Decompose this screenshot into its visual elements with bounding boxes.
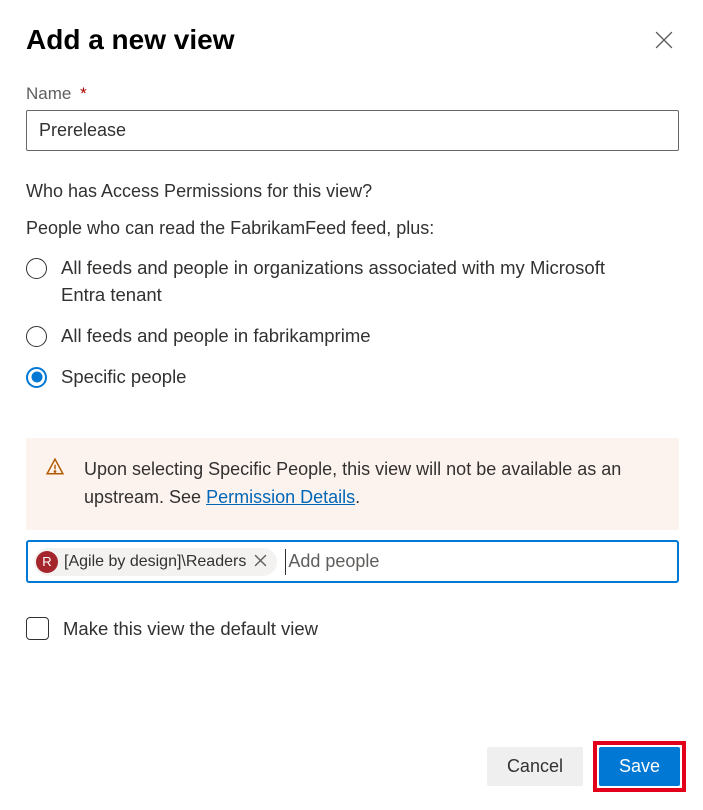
radio-option-specific[interactable]: Specific people	[26, 364, 646, 391]
radio-icon	[26, 367, 47, 388]
radio-label: Specific people	[61, 364, 186, 391]
warning-text: Upon selecting Specific People, this vie…	[84, 456, 659, 512]
chip-remove-button[interactable]	[252, 554, 269, 570]
radio-label: All feeds and people in organizations as…	[61, 255, 646, 309]
permission-details-link[interactable]: Permission Details	[206, 487, 355, 507]
close-icon	[655, 31, 673, 49]
access-subtext: People who can read the FabrikamFeed fee…	[26, 218, 679, 239]
people-chip: R [Agile by design]\Readers	[34, 548, 277, 576]
radio-option-fabrikamprime[interactable]: All feeds and people in fabrikamprime	[26, 323, 646, 350]
people-input[interactable]	[285, 549, 671, 575]
warning-banner: Upon selecting Specific People, this vie…	[26, 438, 679, 530]
dialog-footer: Cancel Save	[487, 741, 686, 792]
radio-icon	[26, 258, 47, 279]
save-button[interactable]: Save	[599, 747, 680, 786]
dialog-title: Add a new view	[26, 24, 235, 56]
close-button[interactable]	[649, 25, 679, 55]
radio-option-entra[interactable]: All feeds and people in organizations as…	[26, 255, 646, 309]
radio-icon	[26, 326, 47, 347]
people-picker[interactable]: R [Agile by design]\Readers	[26, 540, 679, 583]
cancel-button[interactable]: Cancel	[487, 747, 583, 786]
save-highlight-box: Save	[593, 741, 686, 792]
close-icon	[254, 554, 267, 570]
warning-icon	[46, 458, 64, 476]
required-marker: *	[80, 84, 87, 103]
access-radio-group: All feeds and people in organizations as…	[26, 255, 679, 390]
name-label-text: Name	[26, 84, 71, 103]
name-input[interactable]	[26, 110, 679, 151]
default-view-label: Make this view the default view	[63, 618, 318, 640]
default-view-checkbox[interactable]	[26, 617, 49, 640]
name-label: Name *	[26, 84, 87, 104]
warning-text-after: .	[355, 487, 360, 507]
access-question: Who has Access Permissions for this view…	[26, 179, 679, 204]
radio-label: All feeds and people in fabrikamprime	[61, 323, 371, 350]
avatar: R	[36, 551, 58, 573]
chip-label: [Agile by design]\Readers	[64, 553, 246, 571]
